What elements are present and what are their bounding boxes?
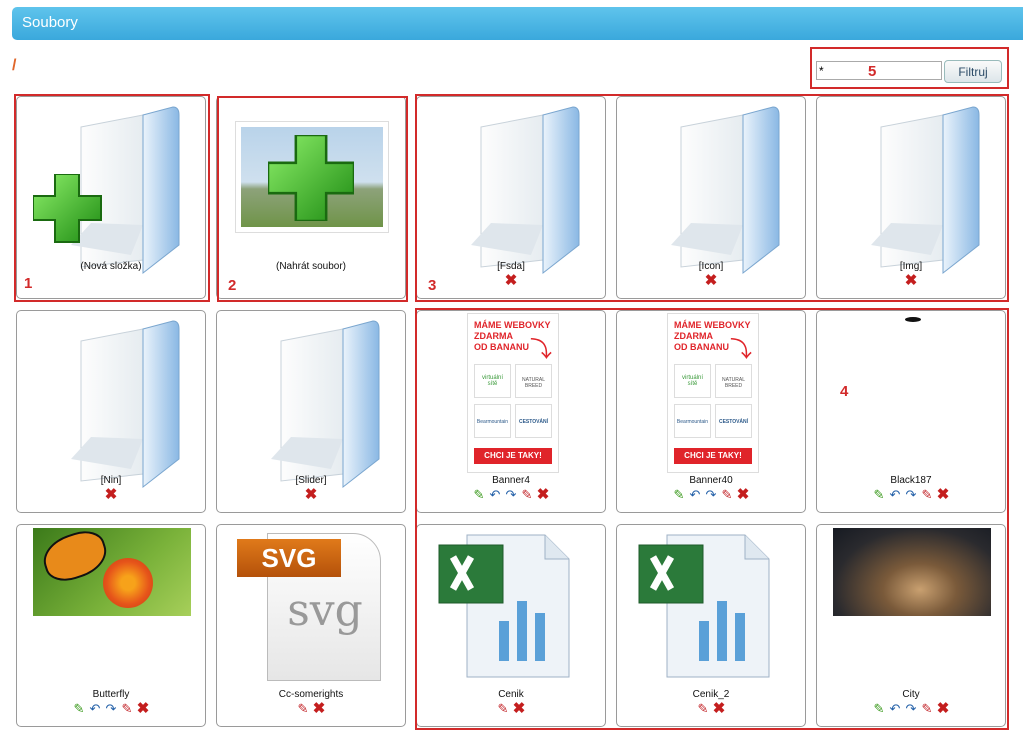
svg-text: svg — [287, 585, 363, 636]
delete-icon[interactable]: ✖ — [303, 487, 319, 502]
card-label: [Slider] — [295, 475, 327, 486]
move-right-icon[interactable]: ↷ — [103, 702, 119, 716]
folder-icon — [70, 320, 180, 488]
annotation-label: 2 — [228, 277, 237, 294]
svg-badge: SVG — [237, 539, 341, 577]
card-label: Cc-somerights — [278, 689, 344, 700]
card-file-butterfly[interactable]: Butterfly ✎ ↶ ↷ ✎ ✖ — [16, 524, 206, 727]
panel-title: Soubory — [22, 14, 78, 31]
delete-icon[interactable]: ✖ — [135, 701, 151, 716]
annotation-box — [415, 308, 1009, 730]
annotation-label: 5 — [868, 63, 877, 80]
card-folder-nin[interactable]: [Nin] ✖ — [16, 310, 206, 513]
rename-icon[interactable]: ✎ — [119, 702, 135, 716]
annotation-label: 4 — [840, 383, 849, 400]
delete-icon[interactable]: ✖ — [311, 701, 327, 716]
delete-icon[interactable]: ✖ — [103, 487, 119, 502]
edit-icon[interactable]: ✎ — [71, 702, 87, 716]
breadcrumb-path[interactable]: / — [12, 57, 16, 75]
card-label: Butterfly — [92, 689, 130, 700]
card-folder-slider[interactable]: [Slider] ✖ — [216, 310, 406, 513]
card-label: [Nin] — [100, 475, 122, 486]
card-file-cc-somerights[interactable]: SVG svg Cc-somerights ✎ ✖ — [216, 524, 406, 727]
annotation-label: 3 — [428, 277, 437, 294]
annotation-box — [217, 96, 408, 302]
folder-icon — [270, 320, 380, 488]
rename-icon[interactable]: ✎ — [295, 702, 311, 716]
move-left-icon[interactable]: ↶ — [87, 702, 103, 716]
annotation-box — [810, 47, 1009, 89]
panel-header: Soubory — [12, 7, 1023, 40]
annotation-box — [415, 94, 1009, 302]
butterfly-thumbnail — [33, 528, 191, 616]
annotation-box — [14, 94, 210, 302]
annotation-label: 1 — [24, 275, 33, 292]
